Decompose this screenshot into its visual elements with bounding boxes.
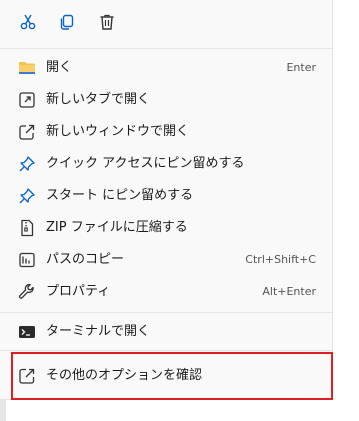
open-new-tab-icon	[18, 91, 36, 109]
menu-separator	[0, 350, 333, 351]
menu-item-label: ターミナルで開く	[46, 324, 151, 339]
menu-item-label: 新しいウィンドウで開く	[46, 124, 190, 139]
menu-item-open-new-window[interactable]: 新しいウィンドウで開く	[6, 116, 327, 148]
menu-item-label: 開く	[46, 60, 73, 75]
menu-item-shortcut: Alt+Enter	[262, 285, 316, 298]
folder-icon	[18, 59, 36, 77]
menu-item-shortcut: Enter	[286, 61, 316, 74]
menu-item-label: プロパティ	[46, 284, 111, 299]
menu-item-label: クイック アクセスにピン留めする	[46, 156, 245, 171]
trash-icon	[100, 14, 114, 30]
menu-item-open[interactable]: 開く Enter	[6, 52, 327, 84]
menu-item-label: スタート にピン留めする	[46, 188, 194, 203]
pin-icon	[18, 187, 36, 205]
copy-icon	[60, 14, 74, 30]
menu-item-open-new-tab[interactable]: 新しいタブで開く	[6, 84, 327, 116]
menu-item-shortcut: Ctrl+Shift+C	[245, 253, 316, 266]
menu-item-compress-zip[interactable]: ZIP ファイルに圧縮する	[6, 212, 327, 244]
copy-button[interactable]	[56, 11, 78, 33]
menu-item-label: 新しいタブで開く	[46, 92, 151, 107]
menu-separator	[0, 48, 333, 49]
menu-item-open-terminal[interactable]: ターミナルで開く	[6, 316, 327, 348]
zip-icon	[18, 219, 36, 237]
copy-path-icon	[18, 251, 36, 269]
highlight-annotation	[11, 352, 333, 400]
pin-icon	[18, 155, 36, 173]
wrench-icon	[18, 283, 36, 301]
scissors-icon	[20, 14, 36, 30]
quick-action-bar	[0, 0, 333, 48]
menu-separator	[0, 312, 333, 313]
context-menu: 開く Enter 新しいタブで開く 新しいウィンドウで開く クイック アクセスに…	[0, 0, 333, 400]
menu-item-label: パスのコピー	[46, 252, 125, 267]
menu-item-pin-quick-access[interactable]: クイック アクセスにピン留めする	[6, 148, 327, 180]
open-new-window-icon	[18, 123, 36, 141]
menu-item-label: ZIP ファイルに圧縮する	[46, 220, 188, 235]
delete-button[interactable]	[96, 11, 118, 33]
cut-button[interactable]	[17, 11, 39, 33]
menu-item-copy-path[interactable]: パスのコピー Ctrl+Shift+C	[6, 244, 327, 276]
menu-item-pin-start[interactable]: スタート にピン留めする	[6, 180, 327, 212]
menu-item-properties[interactable]: プロパティ Alt+Enter	[6, 276, 327, 308]
terminal-icon	[18, 323, 36, 341]
